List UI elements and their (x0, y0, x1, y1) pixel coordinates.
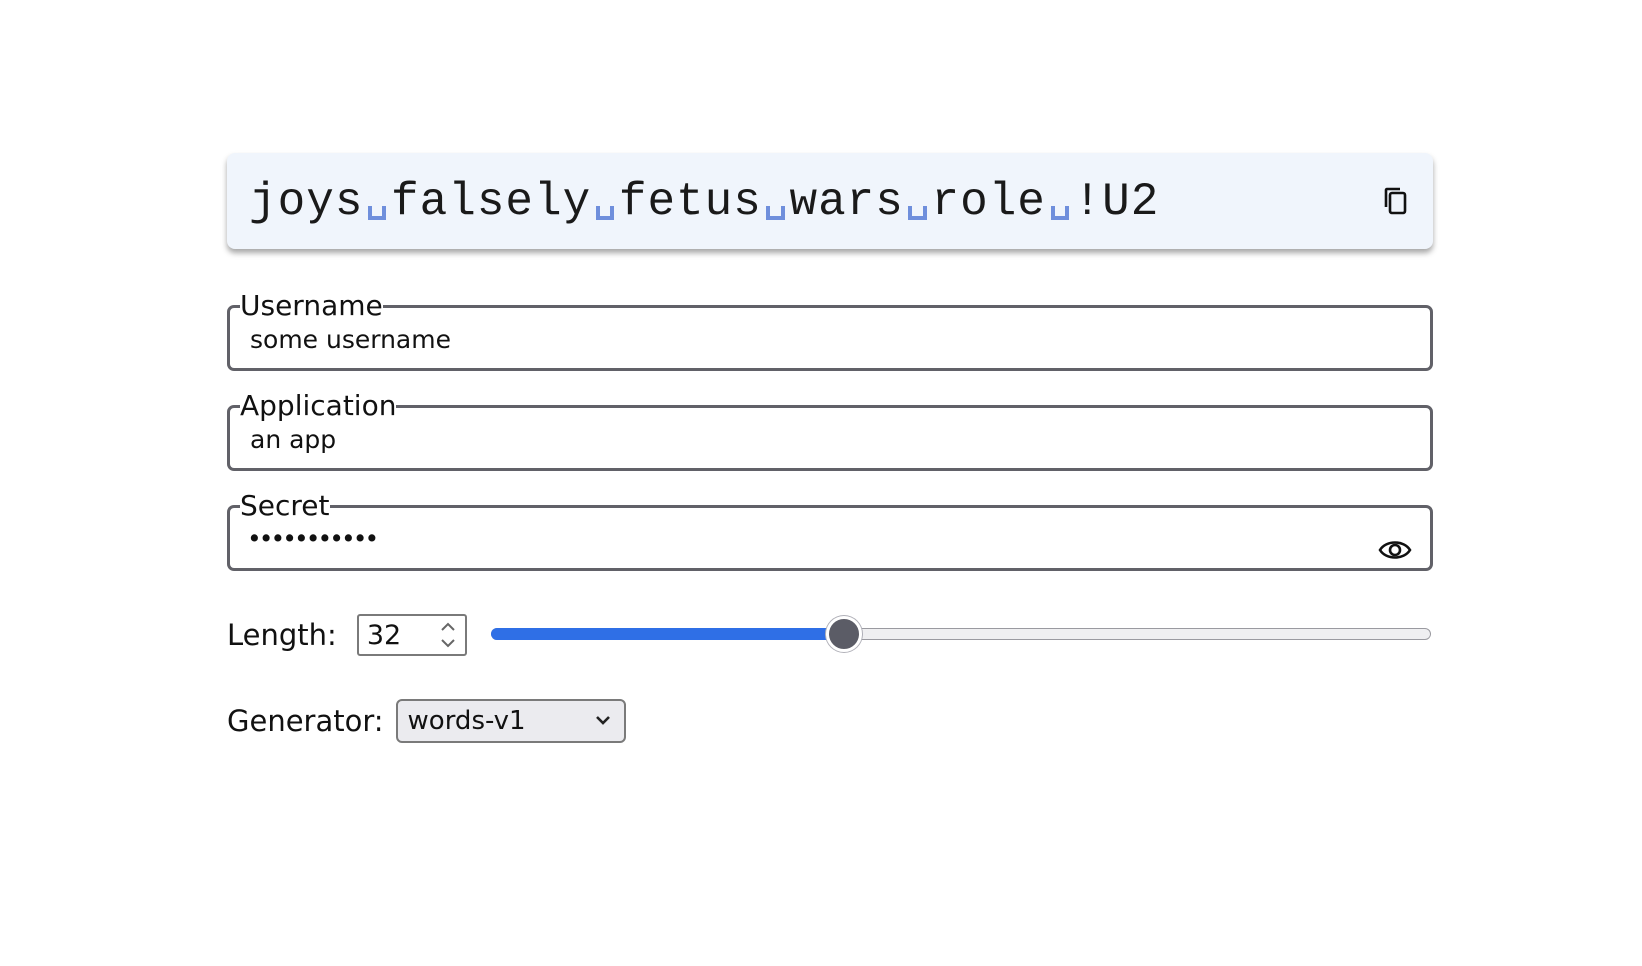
slider-thumb[interactable] (825, 616, 862, 652)
copy-icon (1384, 187, 1407, 215)
password-word: fetus (618, 176, 762, 228)
application-label: Application (240, 389, 397, 422)
length-number-input[interactable]: 32 (356, 614, 467, 656)
password-word: falsely (391, 176, 592, 228)
password-word: joys (249, 176, 364, 228)
secret-field: Secret ••••••••••• (227, 491, 1433, 571)
space-marker-icon (1046, 205, 1074, 220)
generated-password-text[interactable]: joys falsely fetus wars role !U2 (249, 174, 1375, 228)
password-word: role (931, 176, 1046, 228)
generator-select[interactable]: words-v1 (395, 699, 626, 743)
generator-label: Generator: (227, 704, 384, 738)
length-value: 32 (366, 619, 402, 651)
space-marker-icon (591, 205, 619, 220)
space-marker-icon (363, 205, 391, 220)
username-field: Username (227, 291, 1433, 371)
space-marker-icon (762, 205, 790, 220)
length-slider[interactable] (490, 613, 1433, 657)
username-input[interactable] (250, 325, 1410, 354)
generator-selected-value: words-v1 (407, 706, 526, 736)
eye-icon (1378, 541, 1412, 559)
copy-button[interactable] (1375, 181, 1415, 221)
space-marker-icon (904, 205, 932, 220)
generator-row: Generator: words-v1 (227, 699, 1433, 743)
main-form: joys falsely fetus wars role !U2 Username App… (227, 153, 1433, 743)
application-field: Application (227, 391, 1433, 471)
slider-fill (490, 628, 844, 640)
chevron-down-icon (595, 716, 610, 725)
length-label: Length: (227, 618, 337, 652)
length-row: Length: 32 (227, 613, 1433, 657)
application-input[interactable] (250, 425, 1410, 454)
secret-input[interactable]: ••••••••••• (250, 524, 1410, 553)
spinner-arrows-icon[interactable] (439, 620, 457, 650)
password-word: !U2 (1073, 176, 1160, 228)
secret-label: Secret (240, 489, 330, 522)
generated-password-panel: joys falsely fetus wars role !U2 (227, 153, 1433, 249)
show-secret-button[interactable] (1378, 537, 1412, 563)
app-root: joys falsely fetus wars role !U2 Username App… (0, 0, 1642, 966)
username-label: Username (240, 289, 383, 322)
password-word: wars (789, 176, 904, 228)
